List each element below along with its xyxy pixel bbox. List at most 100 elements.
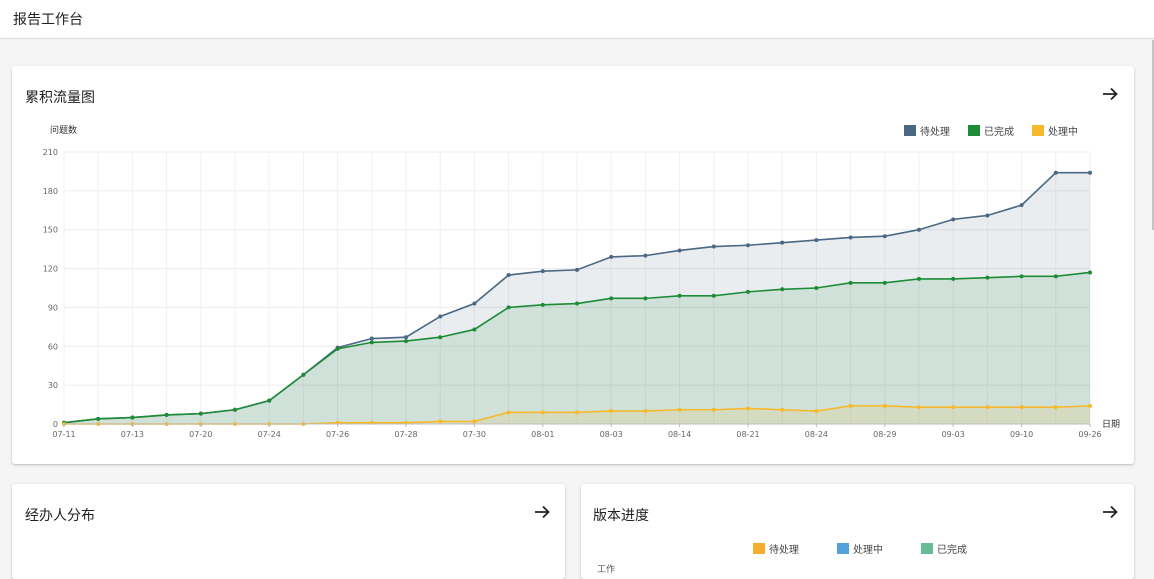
data-point — [746, 243, 750, 248]
cumulative-flow-card: 累积流量图 待处理 已完成 处理中 问题数 日期 0 30 60 90 120 150 18… — [12, 66, 1134, 464]
data-point — [540, 302, 545, 307]
data-point — [540, 410, 545, 415]
data-point — [1019, 274, 1024, 279]
x-tick-label: 07-28 — [394, 430, 417, 439]
version-legend: 待处理 处理中 已完成 — [753, 541, 967, 556]
x-tick-label: 07-30 — [463, 430, 486, 439]
x-tick-label: 08-01 — [531, 430, 554, 439]
arrow-right-icon — [1103, 505, 1118, 519]
data-point — [575, 267, 579, 272]
y-axis-title: 问题数 — [50, 124, 77, 136]
data-point — [506, 305, 511, 310]
data-point — [780, 240, 785, 245]
x-tick-label: 07-20 — [189, 430, 212, 439]
data-point — [233, 407, 237, 412]
data-point — [848, 235, 853, 240]
data-point — [1088, 270, 1092, 275]
data-point — [96, 416, 101, 421]
data-point — [1019, 203, 1024, 208]
data-point — [643, 296, 648, 301]
data-point — [882, 234, 887, 239]
data-point — [882, 403, 887, 408]
data-point — [438, 335, 443, 340]
data-point — [335, 346, 340, 351]
data-point — [1088, 403, 1092, 408]
legend-item-done[interactable]: 已完成 — [921, 541, 967, 556]
data-point — [472, 327, 477, 332]
data-point — [780, 287, 785, 292]
data-point — [267, 398, 272, 403]
x-axis-title: 日期 — [1102, 419, 1120, 430]
data-point — [917, 276, 921, 281]
cumulative-flow-chart: 问题数 日期 0 30 60 90 120 150 180 210 07-11 07-13 07-2… — [43, 124, 1120, 439]
legend-swatch — [753, 543, 765, 554]
data-point — [438, 314, 443, 319]
x-tick-label: 09-26 — [1078, 430, 1101, 439]
data-point — [951, 217, 956, 222]
legend-swatch — [921, 543, 933, 554]
y-tick-label: 30 — [48, 381, 58, 390]
x-tick-label: 07-13 — [121, 430, 144, 439]
data-point — [677, 248, 682, 253]
legend-label: 待处理 — [769, 545, 799, 556]
page-title: 报告工作台 — [13, 12, 83, 28]
open-assignee-distribution-button[interactable] — [532, 502, 552, 522]
data-point — [917, 405, 921, 410]
legend-item-in-progress[interactable]: 处理中 — [837, 541, 883, 556]
data-point — [1053, 274, 1058, 279]
y-tick-label: 180 — [43, 187, 58, 196]
data-point — [164, 412, 169, 417]
y-axis-title: 工作 — [597, 565, 616, 575]
data-point — [506, 273, 511, 278]
data-point — [1088, 170, 1092, 175]
data-point — [1019, 405, 1024, 410]
y-tick-label: 90 — [48, 303, 58, 312]
data-point — [1053, 170, 1058, 175]
x-tick-label: 07-26 — [326, 430, 349, 439]
data-point — [198, 411, 203, 416]
data-point — [404, 335, 408, 340]
version-progress-card: 版本进度 待处理 处理中 已完成 工作 — [581, 484, 1134, 579]
data-point — [301, 372, 306, 377]
legend-label: 处理中 — [853, 545, 883, 556]
legend-label: 已完成 — [937, 545, 967, 556]
data-point — [369, 336, 374, 341]
x-tick-label: 07-24 — [258, 430, 281, 439]
data-point — [540, 269, 545, 274]
data-point — [677, 293, 682, 298]
y-tick-label: 150 — [43, 226, 58, 235]
data-point — [575, 410, 579, 415]
data-point — [711, 293, 716, 298]
x-tick-label: 08-03 — [600, 430, 623, 439]
x-tick-label: 09-10 — [1010, 430, 1033, 439]
data-point — [643, 409, 648, 414]
data-point — [609, 254, 614, 259]
data-point — [472, 301, 477, 306]
data-point — [814, 286, 819, 290]
data-point — [609, 296, 614, 301]
data-point — [814, 238, 819, 243]
data-point — [609, 409, 614, 414]
assignee-distribution-card: 经办人分布 — [12, 484, 565, 579]
data-point — [985, 405, 990, 410]
data-point — [711, 244, 716, 249]
data-point — [882, 280, 887, 285]
arrow-right-icon — [535, 505, 550, 519]
data-point — [848, 403, 853, 408]
data-point — [746, 406, 750, 411]
x-tick-label: 08-21 — [736, 430, 759, 439]
data-point — [506, 410, 511, 415]
data-point — [848, 280, 853, 285]
top-bar: 报告工作台 — [0, 0, 1154, 39]
open-version-progress-button[interactable] — [1100, 502, 1120, 522]
data-point — [951, 405, 956, 410]
data-point — [438, 419, 443, 424]
data-point — [985, 213, 990, 218]
legend-item-pending[interactable]: 待处理 — [753, 541, 799, 556]
y-tick-label: 60 — [48, 342, 58, 351]
y-tick-label: 210 — [43, 148, 58, 157]
y-tick-label: 0 — [53, 420, 58, 429]
data-point — [404, 339, 408, 344]
x-tick-label: 07-11 — [52, 430, 75, 439]
data-point — [677, 407, 682, 412]
